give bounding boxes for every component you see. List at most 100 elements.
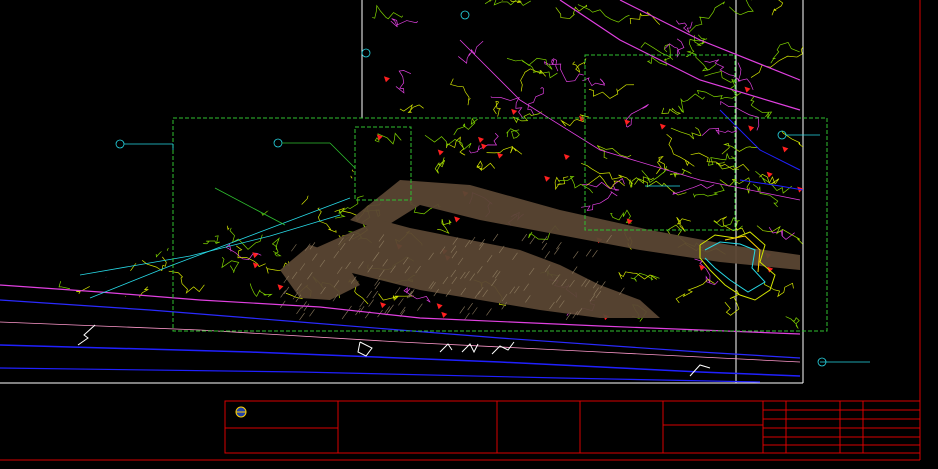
contour-line [271,237,282,257]
contour-line [46,253,65,275]
slope-marker [767,266,774,273]
slope-marker [314,86,321,93]
contour-line [317,207,337,233]
contour-line [13,207,51,232]
contour-line [678,93,705,113]
slope-marker [624,119,631,126]
contour-line [378,293,414,301]
contour-line [265,161,292,184]
contour-line [484,0,531,6]
contour-line [520,68,546,92]
contour-line [56,258,82,280]
contour-line [468,132,499,154]
contour-line [581,162,634,185]
contour-line [168,270,205,294]
hatch-line [472,307,478,315]
contour-line [476,160,496,172]
contour-line [198,206,217,222]
contour-line [24,213,44,225]
contour-line [490,96,524,119]
contour-line [713,216,746,235]
slope-marker [511,108,518,115]
contour-line [120,235,148,246]
contour-line [721,142,758,155]
hatch-line [544,251,551,259]
contour-line [372,4,404,20]
contour-line [325,169,354,179]
contour-line [781,130,803,151]
slope-marker [477,136,484,143]
contour-line [656,155,669,175]
contour-line [235,186,285,203]
hatch-line [309,309,315,317]
contour-line [771,0,785,16]
hatch-line [341,311,348,320]
slope-marker [263,87,270,94]
contour-line [493,101,501,117]
slope-marker [544,175,551,182]
contour-line [713,217,743,231]
contour-line [450,78,471,106]
contour-line [153,211,191,227]
contour-line [661,107,682,115]
contour-line [53,274,70,290]
contour-line [301,181,321,205]
hatch-line [394,287,401,295]
contour-line [221,257,240,273]
contour-line [724,289,740,316]
contour-line [113,211,156,228]
contour-line [676,216,691,232]
hatch-line [467,302,473,311]
contour-line [686,50,717,72]
slope-marker [308,161,315,168]
hatch-line [409,289,415,297]
contour-line [512,111,543,124]
compass-logo-icon [235,406,247,418]
contour-line [84,256,114,278]
hatch-line [303,303,310,311]
contour-line [707,152,737,166]
contour-line [20,149,35,172]
contour-line [581,191,618,211]
contour-line [65,286,90,305]
slope-marker [782,146,789,153]
hatch-line [585,249,592,257]
contour-line [735,62,754,90]
slope-marker [481,143,488,150]
contour-line [148,178,192,200]
slope-marker [380,302,387,309]
hatch-line [366,290,372,299]
slope-marker [255,65,262,72]
contour-line [424,134,472,151]
hatch-line [459,306,466,314]
contour-line [124,191,162,206]
contour-line [729,0,754,16]
hatch-line [301,301,307,309]
hatch-line [292,292,299,300]
contour-line [688,1,726,33]
contour-line [577,4,630,23]
hatch-line [374,282,381,290]
slope-marker [748,125,755,132]
contour-line [701,125,738,136]
contour-line [390,18,419,28]
contour-line [395,70,412,94]
hatch-line [572,251,579,259]
title-block [224,400,921,454]
slope-marker [437,149,444,156]
hatch-line [492,233,499,242]
contour-line [666,133,695,167]
hatch-line [521,233,528,242]
contour-line [582,77,606,87]
cad-drawing-canvas[interactable] [0,0,938,469]
slope-marker [744,86,751,93]
contour-line [572,58,587,73]
hatch-line [299,312,305,321]
contour-line [770,42,800,64]
contour-line [3,296,45,315]
hatch-line [592,249,598,258]
contour-line [203,235,220,245]
slope-marker [563,153,570,160]
contour-line [486,146,523,155]
contour-line [11,234,41,248]
